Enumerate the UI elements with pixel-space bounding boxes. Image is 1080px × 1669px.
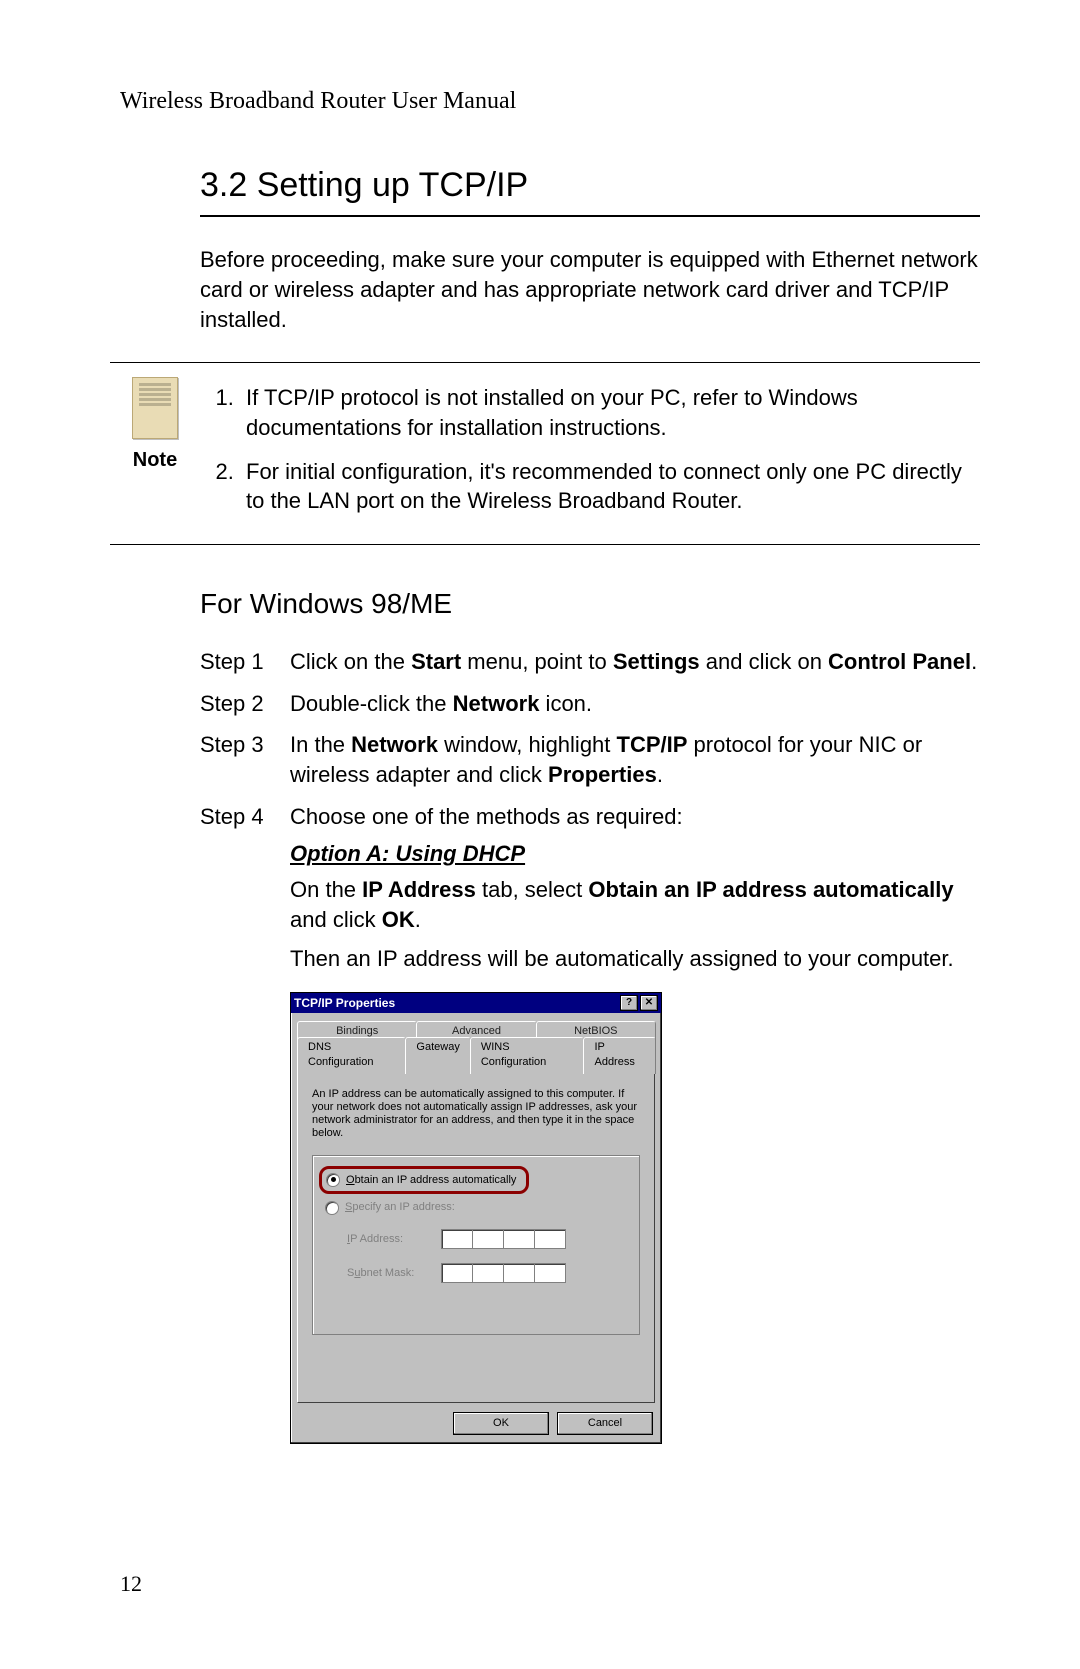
subsection-title: For Windows 98/ME (200, 585, 980, 623)
ip-mode-group: Obtain an IP address automatically Speci… (312, 1155, 640, 1335)
tcpip-properties-dialog: TCP/IP Properties ? ✕ Bindings Advanced … (290, 992, 662, 1444)
content-column: 3.2 Setting up TCP/IP Before proceeding,… (200, 163, 980, 1443)
tab-dns-configuration[interactable]: DNS Configuration (297, 1037, 406, 1074)
radio-specify[interactable]: Specify an IP address: (325, 1200, 627, 1215)
step-body: Choose one of the methods as required: O… (290, 802, 980, 974)
note-list: If TCP/IP protocol is not installed on y… (200, 377, 980, 530)
step-label: Step 2 (200, 689, 290, 719)
tab-panel-ip-address: An IP address can be automatically assig… (297, 1073, 655, 1403)
text: . (657, 762, 663, 787)
ip-address-row: IP Address: (347, 1229, 627, 1249)
subnet-mask-label: Subnet Mask: (347, 1266, 427, 1281)
subnet-mask-row: Subnet Mask: (347, 1263, 627, 1283)
keyword-start: Start (411, 649, 461, 674)
text: Choose one of the methods as required: (290, 802, 980, 832)
step-4: Step 4 Choose one of the methods as requ… (200, 802, 980, 974)
dialog-button-bar: OK Cancel (291, 1404, 661, 1443)
text: and click (290, 907, 382, 932)
text: Click on the (290, 649, 411, 674)
section-intro: Before proceeding, make sure your comput… (200, 245, 980, 334)
ip-address-input[interactable] (441, 1229, 566, 1249)
note-page-icon (132, 377, 178, 439)
keyword-ok: OK (382, 907, 415, 932)
text: window, highlight (438, 732, 617, 757)
text: . (971, 649, 977, 674)
tab-gateway[interactable]: Gateway (405, 1037, 470, 1074)
radio-icon (325, 1201, 339, 1215)
step-1: Step 1 Click on the Start menu, point to… (200, 647, 980, 677)
tab-row-front: DNS Configuration Gateway WINS Configura… (297, 1037, 655, 1074)
section-title: 3.2 Setting up TCP/IP (200, 163, 980, 217)
text: Double-click the (290, 691, 453, 716)
keyword-settings: Settings (613, 649, 700, 674)
keyword-network: Network (351, 732, 438, 757)
titlebar-buttons: ? ✕ (620, 995, 658, 1011)
step-label: Step 1 (200, 647, 290, 677)
note-item: If TCP/IP protocol is not installed on y… (240, 383, 980, 442)
dialog-title: TCP/IP Properties (294, 995, 395, 1011)
step-label: Step 3 (200, 730, 290, 789)
step-body: Click on the Start menu, point to Settin… (290, 647, 980, 677)
text: and click on (700, 649, 828, 674)
dialog-titlebar[interactable]: TCP/IP Properties ? ✕ (291, 993, 661, 1013)
keyword-network: Network (453, 691, 540, 716)
note-label: Note (133, 447, 177, 474)
text: . (415, 907, 421, 932)
text: icon. (539, 691, 592, 716)
note-aside: Note (110, 377, 200, 474)
help-button[interactable]: ? (620, 995, 638, 1011)
step-2: Step 2 Double-click the Network icon. (200, 689, 980, 719)
page-number: 12 (120, 1569, 142, 1599)
option-a-title: Option A: Using DHCP (290, 839, 980, 869)
note-block: Note If TCP/IP protocol is not installed… (110, 362, 980, 545)
radio-label: Obtain an IP address automatically (346, 1173, 516, 1188)
tab-ip-address[interactable]: IP Address (583, 1037, 656, 1074)
text: In the (290, 732, 351, 757)
text: tab, select (476, 877, 589, 902)
tab-wins-configuration[interactable]: WINS Configuration (470, 1037, 585, 1074)
option-a-p2: Then an IP address will be automatically… (290, 944, 980, 974)
radio-label: Specify an IP address: (345, 1200, 455, 1215)
tabs-area: Bindings Advanced NetBIOS DNS Configurat… (291, 1013, 661, 1404)
close-button[interactable]: ✕ (640, 995, 658, 1011)
note-item: For initial configuration, it's recommen… (240, 457, 980, 516)
option-a-p1: On the IP Address tab, select Obtain an … (290, 875, 980, 934)
keyword-properties: Properties (548, 762, 657, 787)
step-label: Step 4 (200, 802, 290, 974)
dialog-description: An IP address can be automatically assig… (312, 1088, 640, 1141)
radio-icon (326, 1173, 340, 1187)
text: menu, point to (461, 649, 613, 674)
step-body: Double-click the Network icon. (290, 689, 980, 719)
keyword-ip-address: IP Address (362, 877, 476, 902)
steps: Step 1 Click on the Start menu, point to… (200, 647, 980, 974)
ok-button[interactable]: OK (453, 1412, 549, 1435)
step-3: Step 3 In the Network window, highlight … (200, 730, 980, 789)
text: On the (290, 877, 362, 902)
keyword-tcpip: TCP/IP (617, 732, 688, 757)
keyword-obtain-auto: Obtain an IP address automatically (588, 877, 953, 902)
ip-address-label: IP Address: (347, 1232, 427, 1247)
step-body: In the Network window, highlight TCP/IP … (290, 730, 980, 789)
running-header: Wireless Broadband Router User Manual (120, 85, 980, 117)
cancel-button[interactable]: Cancel (557, 1412, 653, 1435)
document-page: Wireless Broadband Router User Manual 3.… (0, 0, 1080, 1669)
keyword-control-panel: Control Panel (828, 649, 971, 674)
subnet-mask-input[interactable] (441, 1263, 566, 1283)
radio-obtain-auto[interactable]: Obtain an IP address automatically (319, 1166, 529, 1195)
